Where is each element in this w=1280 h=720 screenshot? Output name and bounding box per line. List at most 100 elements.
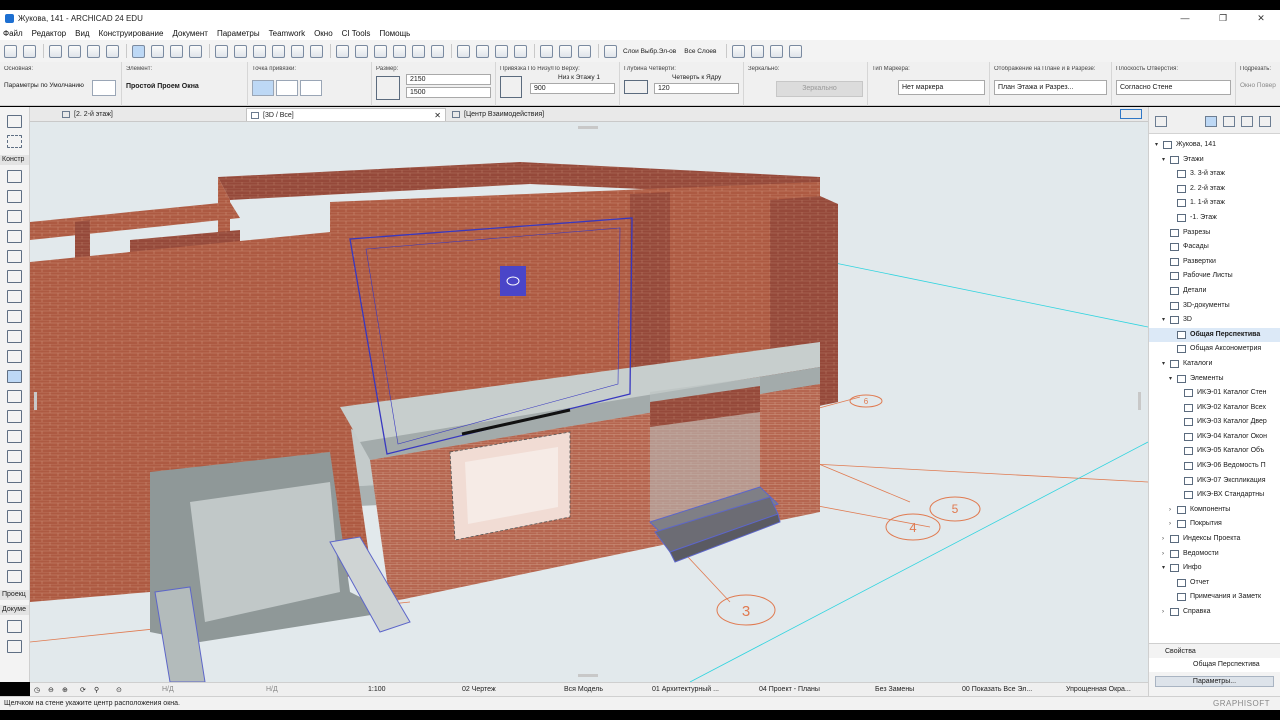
- menu-help[interactable]: Помощь: [379, 29, 410, 38]
- expand-arrow-icon[interactable]: ▾: [1162, 357, 1165, 372]
- opening-tool-icon[interactable]: [7, 530, 22, 543]
- beam-tool-icon[interactable]: [7, 210, 22, 223]
- level-tool-icon[interactable]: [7, 640, 22, 653]
- navigator-item[interactable]: ИКЭ-07 Экспликация: [1149, 474, 1280, 489]
- grid-marker-4[interactable]: 4: [885, 513, 941, 541]
- guide-lines-icon[interactable]: [151, 44, 164, 58]
- height-field[interactable]: 1500: [406, 87, 491, 98]
- menu-teamwork[interactable]: Teamwork: [269, 29, 305, 38]
- tab-menu-icon[interactable]: [1120, 109, 1142, 119]
- navigator-item[interactable]: Детали: [1149, 284, 1280, 299]
- refresh-icon[interactable]: [731, 44, 745, 58]
- anchor-center-button[interactable]: [252, 80, 274, 96]
- 3d-window-icon[interactable]: [559, 44, 572, 58]
- navigator-item[interactable]: Отчет: [1149, 576, 1280, 591]
- gravity-icon[interactable]: [170, 44, 183, 58]
- menu-options[interactable]: Параметры: [217, 29, 260, 38]
- marker-select[interactable]: Нет маркера: [898, 80, 985, 95]
- tab-collaboration-center[interactable]: [Центр Взаимодействия]: [448, 108, 648, 121]
- model-view-value[interactable]: Вся Модель: [564, 686, 603, 693]
- navigator-item[interactable]: ИКЭ-03 Каталог Двер: [1149, 415, 1280, 430]
- 3d-model-render[interactable]: 6 5 4 3: [30, 122, 1148, 682]
- trim-value[interactable]: Окно Поверх: [1240, 82, 1276, 89]
- railing-tool-icon[interactable]: [7, 310, 22, 323]
- navigator-item[interactable]: ▾ 3D: [1149, 313, 1280, 328]
- snap-guides-icon[interactable]: [132, 44, 145, 58]
- layer-combination-icon[interactable]: [604, 44, 617, 58]
- shell-tool-icon[interactable]: [7, 270, 22, 283]
- undo-zoom-icon[interactable]: ◷: [34, 686, 40, 694]
- menu-file[interactable]: Файл: [3, 29, 23, 38]
- grid-view-icon[interactable]: [750, 44, 764, 58]
- navigator-item[interactable]: ▾ Жукова, 141: [1149, 138, 1280, 153]
- expand-arrow-icon[interactable]: ▾: [1162, 313, 1165, 328]
- all-layers-label[interactable]: Все Слоев: [684, 48, 716, 55]
- view-map-icon[interactable]: [1223, 116, 1235, 127]
- zoom-in-icon[interactable]: ⊕: [62, 686, 68, 694]
- anchor-corner-button[interactable]: [300, 80, 323, 96]
- navigator-item[interactable]: ИКЭ-05 Каталог Объ: [1149, 444, 1280, 459]
- sill-height-field[interactable]: 900: [530, 83, 615, 94]
- redo-icon[interactable]: [23, 44, 36, 58]
- tab-floor-2[interactable]: [2. 2-й этаж]: [58, 108, 244, 121]
- navigator-item[interactable]: ▾ Инфо: [1149, 561, 1280, 576]
- expand-arrow-icon[interactable]: ›: [1169, 503, 1171, 518]
- favorites-button[interactable]: [92, 80, 116, 96]
- navigator-item[interactable]: ИКЭ-01 Каталог Стен: [1149, 386, 1280, 401]
- wall-end-tool-icon[interactable]: [7, 410, 22, 423]
- group-icon[interactable]: [291, 44, 304, 58]
- trim-icon[interactable]: [355, 44, 368, 58]
- menu-window[interactable]: Окно: [314, 29, 333, 38]
- right-splitter[interactable]: [1138, 392, 1141, 410]
- angle-value-2[interactable]: Н/Д: [266, 686, 278, 693]
- grid-snap-icon[interactable]: [189, 44, 202, 58]
- navigator-item[interactable]: -1. Этаж: [1149, 211, 1280, 226]
- inject-icon[interactable]: [106, 44, 119, 58]
- navigator-item[interactable]: ▾ Элементы: [1149, 372, 1280, 387]
- curtain-wall-tool-icon[interactable]: [7, 330, 22, 343]
- expand-arrow-icon[interactable]: ›: [1162, 547, 1164, 562]
- elevation-icon[interactable]: [514, 44, 527, 58]
- section-icon[interactable]: [495, 44, 508, 58]
- menu-design[interactable]: Конструирование: [99, 29, 164, 38]
- scale-value[interactable]: 1:100: [368, 686, 386, 693]
- navigator-item[interactable]: Рабочие Листы: [1149, 269, 1280, 284]
- menu-ci-tools[interactable]: CI Tools: [342, 29, 371, 38]
- arrow-tool-icon[interactable]: [7, 115, 22, 128]
- navigator-item[interactable]: 2. 2-й этаж: [1149, 182, 1280, 197]
- expand-arrow-icon[interactable]: ›: [1162, 605, 1164, 620]
- display-select[interactable]: План Этажа и Разрез...: [994, 80, 1107, 95]
- lamp-tool-icon[interactable]: [7, 490, 22, 503]
- bottom-splitter[interactable]: [578, 674, 598, 677]
- hierarchy-icon[interactable]: [769, 44, 783, 58]
- flag-icon[interactable]: [457, 44, 470, 58]
- 3d-viewport[interactable]: 6 5 4 3: [30, 122, 1148, 682]
- sill-anchor-icon[interactable]: [500, 76, 522, 98]
- lock-icon[interactable]: [272, 44, 285, 58]
- zoom-out-icon[interactable]: ⊖: [48, 686, 54, 694]
- navigator-item[interactable]: ИКЭ-02 Каталог Всех: [1149, 401, 1280, 416]
- pen-set-value[interactable]: 01 Архитектурный ...: [652, 686, 719, 693]
- reveal-mode-value[interactable]: Четверть к Ядру: [672, 74, 739, 81]
- layers-selected-label[interactable]: Слои Выбр.Эл-ов: [623, 48, 676, 55]
- navigator-item[interactable]: Развертки: [1149, 255, 1280, 270]
- 3d-view-icon[interactable]: [540, 44, 553, 58]
- width-field[interactable]: 2150: [406, 74, 491, 85]
- documentation-section-label[interactable]: Проекц: [0, 590, 29, 600]
- design-section-label[interactable]: Констр: [0, 155, 29, 165]
- grid-marker-5[interactable]: 5: [929, 496, 981, 522]
- dimension-tool-icon[interactable]: [7, 620, 22, 633]
- menu-edit[interactable]: Редактор: [32, 29, 66, 38]
- navigator-item[interactable]: › Ведомости: [1149, 547, 1280, 562]
- publisher-sets-icon[interactable]: [1259, 116, 1271, 127]
- slab-tool-icon[interactable]: [7, 230, 22, 243]
- window-tool-icon[interactable]: [7, 370, 22, 383]
- navigator-item[interactable]: ИКЭ-ВХ Стандартны: [1149, 488, 1280, 503]
- dormer-tool-icon[interactable]: [7, 570, 22, 583]
- grid-marker-6[interactable]: 6: [849, 394, 883, 408]
- navigator-item[interactable]: › Справка: [1149, 605, 1280, 620]
- navigator-item[interactable]: ▾ Каталоги: [1149, 357, 1280, 372]
- walk-icon[interactable]: ⚲: [94, 686, 99, 694]
- mirror-button[interactable]: Зеркально: [776, 81, 863, 97]
- flag-icon[interactable]: [476, 44, 489, 58]
